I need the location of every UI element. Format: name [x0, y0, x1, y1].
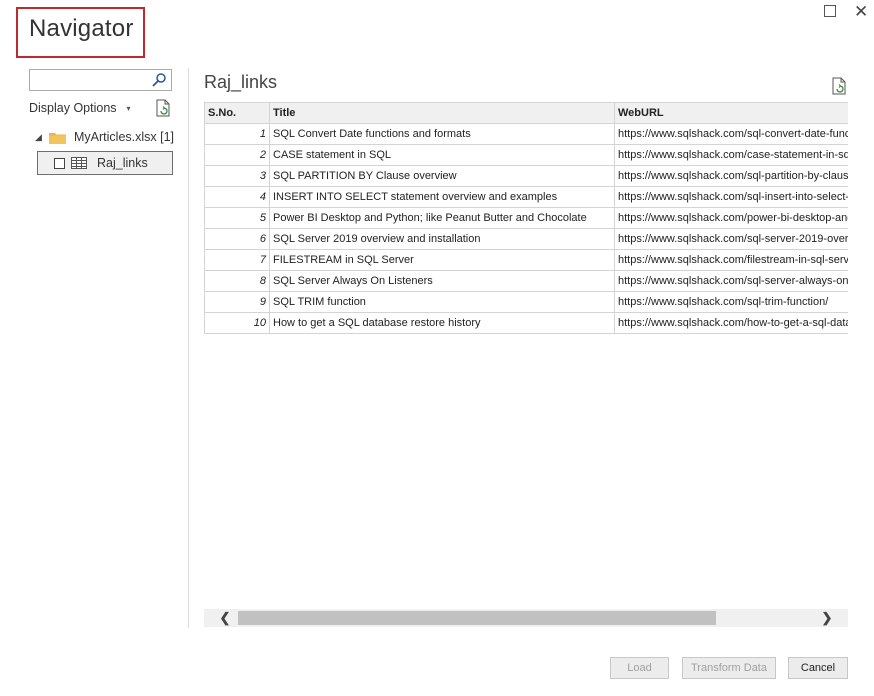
horizontal-scrollbar[interactable]: ❮ ❯	[204, 609, 848, 627]
cell-title: INSERT INTO SELECT statement overview an…	[269, 186, 615, 208]
column-header-sno[interactable]: S.No.	[204, 102, 270, 124]
table-row: 2 CASE statement in SQL https://www.sqlsha…	[204, 144, 848, 166]
cell-weburl: https://www.sqlshack.com/sql-partition-b…	[614, 165, 848, 187]
search-icon[interactable]	[151, 72, 167, 88]
table-row: 8 SQL Server Always On Listeners https://w…	[204, 270, 848, 292]
cell-title: Power BI Desktop and Python; like Peanut…	[269, 207, 615, 229]
table-row: 5 Power BI Desktop and Python; like Peanu…	[204, 207, 848, 229]
cell-title: SQL Server 2019 overview and installatio…	[269, 228, 615, 250]
data-table: S.No. Title WebURL 1 SQL Convert Date fun…	[204, 102, 848, 334]
cell-sno: 2	[204, 144, 270, 166]
cell-title: How to get a SQL database restore histor…	[269, 312, 615, 334]
cell-weburl: https://www.sqlshack.com/sql-server-2019…	[614, 228, 848, 250]
refresh-icon[interactable]	[831, 77, 847, 95]
close-button[interactable]: ✕	[854, 3, 868, 20]
tree-item-myarticles[interactable]: ◢ MyArticles.xlsx [1]	[35, 130, 174, 144]
dialog-title: Navigator	[29, 15, 134, 42]
table-icon	[71, 157, 87, 169]
column-header-title[interactable]: Title	[269, 102, 615, 124]
expand-triangle-icon[interactable]: ◢	[35, 132, 47, 143]
scroll-left-icon[interactable]: ❮	[216, 609, 234, 627]
cell-title: CASE statement in SQL	[269, 144, 615, 166]
search-input[interactable]	[32, 71, 154, 89]
table-row: 9 SQL TRIM function https://www.sqlshack.c…	[204, 291, 848, 313]
tree-item-label: Raj_links	[97, 156, 148, 170]
load-button[interactable]: Load	[610, 657, 669, 679]
cell-title: FILESTREAM in SQL Server	[269, 249, 615, 271]
cell-sno: 1	[204, 123, 270, 145]
scrollbar-thumb[interactable]	[238, 611, 716, 625]
cell-sno: 10	[204, 312, 270, 334]
table-row: 1 SQL Convert Date functions and formats h…	[204, 123, 848, 145]
pane-divider[interactable]	[188, 68, 189, 628]
table-checkbox[interactable]	[54, 157, 65, 169]
cell-weburl: https://www.sqlshack.com/power-bi-deskto…	[614, 207, 848, 229]
cell-sno: 8	[204, 270, 270, 292]
cell-weburl: https://www.sqlshack.com/sql-convert-dat…	[614, 123, 848, 145]
transform-data-button[interactable]: Transform Data	[682, 657, 776, 679]
cell-weburl: https://www.sqlshack.com/filestream-in-s…	[614, 249, 848, 271]
tree-item-raj-links[interactable]: Raj_links	[37, 151, 173, 175]
cell-sno: 4	[204, 186, 270, 208]
cell-sno: 5	[204, 207, 270, 229]
cell-sno: 3	[204, 165, 270, 187]
cell-weburl: https://www.sqlshack.com/sql-insert-into…	[614, 186, 848, 208]
cell-title: SQL TRIM function	[269, 291, 615, 313]
cell-title: SQL PARTITION BY Clause overview	[269, 165, 615, 187]
cell-weburl: https://www.sqlshack.com/sql-server-alwa…	[614, 270, 848, 292]
column-header-weburl[interactable]: WebURL	[614, 102, 848, 124]
preview-grid: S.No. Title WebURL 1 SQL Convert Date fun…	[204, 102, 848, 334]
cell-weburl: https://www.sqlshack.com/case-statement-…	[614, 144, 848, 166]
cell-sno: 9	[204, 291, 270, 313]
table-row: 4 INSERT INTO SELECT statement overview a…	[204, 186, 848, 208]
maximize-button[interactable]	[824, 5, 836, 17]
cell-weburl: https://www.sqlshack.com/sql-trim-functi…	[614, 291, 848, 313]
table-row: 7 FILESTREAM in SQL Server https://www.sql…	[204, 249, 848, 271]
cell-title: SQL Server Always On Listeners	[269, 270, 615, 292]
preview-title: Raj_links	[204, 72, 278, 92]
table-row: 3 SQL PARTITION BY Clause overview https:/…	[204, 165, 848, 187]
cell-sno: 7	[204, 249, 270, 271]
cancel-button[interactable]: Cancel	[788, 657, 848, 679]
folder-icon	[49, 132, 66, 144]
table-row: 10 How to get a SQL database restore hist…	[204, 312, 848, 334]
tree-item-label: MyArticles.xlsx [1]	[74, 130, 175, 144]
display-options-dropdown[interactable]: Display Options ▾	[29, 101, 131, 115]
cell-title: SQL Convert Date functions and formats	[269, 123, 615, 145]
chevron-down-icon: ▾	[126, 103, 131, 113]
table-row: 6 SQL Server 2019 overview and installati…	[204, 228, 848, 250]
cell-weburl: https://www.sqlshack.com/how-to-get-a-sq…	[614, 312, 848, 334]
scroll-right-icon[interactable]: ❯	[818, 609, 836, 627]
table-header-row: S.No. Title WebURL	[204, 102, 848, 124]
refresh-icon[interactable]	[155, 99, 171, 117]
display-options-label: Display Options	[29, 101, 117, 115]
search-box	[29, 69, 172, 91]
cell-sno: 6	[204, 228, 270, 250]
